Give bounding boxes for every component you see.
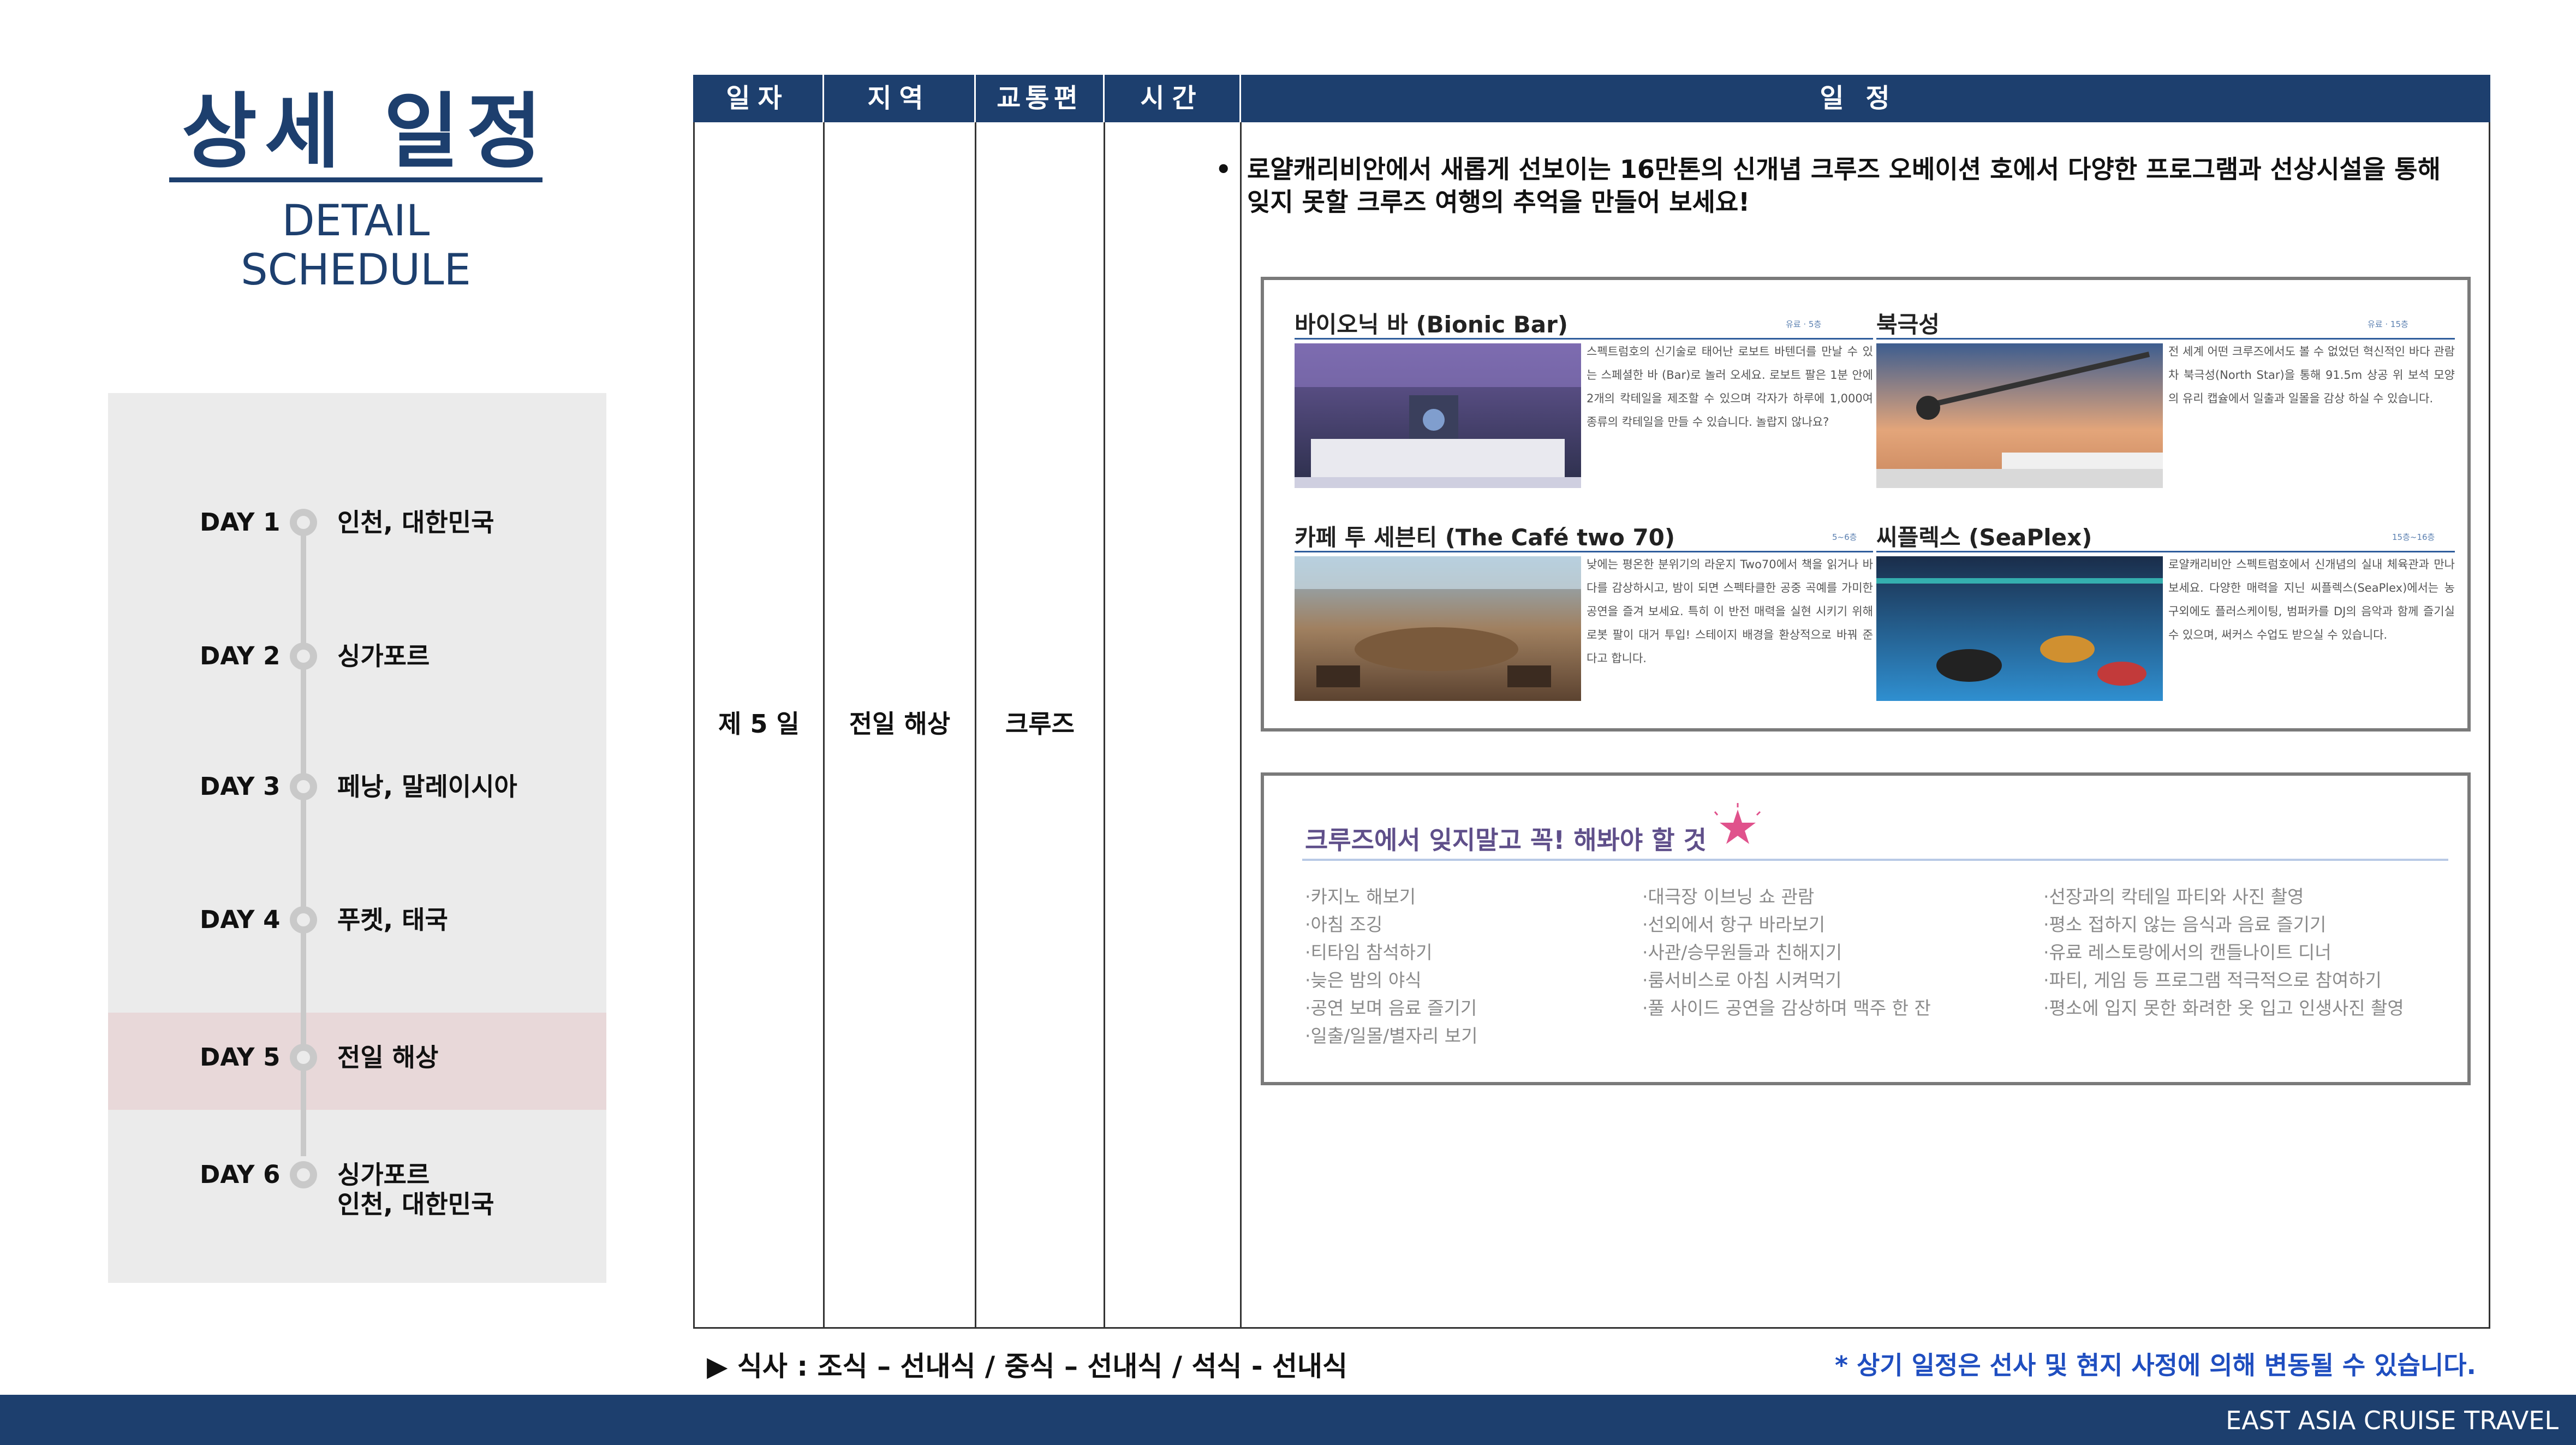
timeline-dot-icon (290, 643, 317, 670)
timeline-dot-icon (290, 1161, 317, 1188)
amenity-bionic-bar: 바이오닉 바 (Bionic Bar) 유료 · 5층 스펙트럼호의 신기술로 … (1295, 306, 1879, 488)
cell-region: 전일 해상 (849, 709, 951, 739)
header-transport: 교통편 (976, 75, 1105, 122)
list-item: ·카지노 해보기 (1305, 886, 1416, 907)
day-place: 푸켓, 태국 (337, 905, 448, 935)
timeline-dot-icon (290, 1044, 317, 1071)
list-item: ·선장과의 칵테일 파티와 사진 촬영 (2043, 886, 2304, 907)
header-region: 지역 (824, 75, 976, 122)
amenity-cafe-two70: 카페 투 세븐티 (The Café two 70) 5~6층 낮에는 평온한 … (1295, 519, 1879, 701)
cafe-two70-photo (1295, 556, 1581, 701)
must-do-column-2: ·대극장 이브닝 쇼 관람 ·선외에서 항구 바라보기 ·사관/승무원들과 친해… (1642, 883, 1931, 1022)
must-do-card: 크루즈에서 잊지말고 꼭! 해봐야 할 것 ·카지노 해보기 ·아침 조깅 ·티… (1261, 772, 2471, 1085)
list-item: ·평소 접하지 않는 음식과 음료 즐기기 (2043, 914, 2327, 935)
amenity-description: 전 세계 어떤 크루즈에서도 볼 수 없었던 혁신적인 바다 관람차 북극성(N… (2168, 345, 2455, 405)
day-label: DAY 2 (200, 641, 281, 670)
amenity-north-star: 북극성 유료 · 15층 전 세계 어떤 크루즈에서도 볼 수 없었던 혁신적인… (1876, 306, 2460, 488)
amenity-title: 씨플렉스 (SeaPlex) (1876, 524, 2092, 551)
amenity-divider (1295, 551, 1873, 552)
amenity-description: 스펙트럼호의 신기술로 태어난 로보트 바텐더를 만날 수 있는 스페셜한 바 … (1587, 345, 1873, 429)
list-item: ·유료 레스토랑에서의 캔들나이트 디너 (2043, 942, 2331, 963)
amenity-description: 낮에는 평온한 분위기의 라운지 Two70에서 책을 읽거나 바다를 감상하시… (1587, 558, 1873, 665)
day-item-6[interactable]: DAY 6 싱가포르 인천, 대한민국 (108, 1160, 606, 1226)
must-do-column-3: ·선장과의 칵테일 파티와 사진 촬영 ·평소 접하지 않는 음식과 음료 즐기… (2043, 883, 2404, 1022)
page-subtitle: DETAIL SCHEDULE (241, 197, 471, 295)
must-do-divider (1302, 859, 2448, 861)
amenity-divider (1876, 551, 2455, 552)
amenity-meta: 5~6층 (1832, 532, 1857, 542)
day-navigation-panel: DAY 1 인천, 대한민국 DAY 2 싱가포르 DAY 3 페낭, 말레이시… (108, 393, 606, 1283)
must-do-column-1: ·카지노 해보기 ·아침 조깅 ·티타임 참석하기 ·늦은 밤의 야식 ·공연 … (1305, 883, 1477, 1050)
amenity-seaplex: 씨플렉스 (SeaPlex) 15층~16층 로얄캐리비안 스펙트럼호에서 신개… (1876, 519, 2460, 701)
day-place: 전일 해상 (337, 1043, 439, 1072)
day-item-1[interactable]: DAY 1 인천, 대한민국 (108, 508, 606, 540)
must-do-title: 크루즈에서 잊지말고 꼭! 해봐야 할 것 (1305, 825, 1707, 855)
schedule-intro: • 로얄캐리비안에서 새롭게 선보이는 16만톤의 신개념 크루즈 오베이션 호… (1215, 153, 2470, 218)
list-item: ·티타임 참석하기 (1305, 942, 1433, 963)
bullet: • (1215, 154, 1232, 184)
day-label: DAY 4 (200, 905, 281, 934)
footer-bar: EAST ASIA CRUISE TRAVEL (0, 1395, 2576, 1445)
bionic-bar-photo (1295, 343, 1581, 488)
day-label: DAY 6 (200, 1160, 281, 1189)
amenity-meta: 유료 · 15층 (2368, 319, 2408, 329)
schedule-table-header: 일자 지역 교통편 시간 일정 (693, 75, 2490, 122)
sparkle-star-icon (1713, 803, 1762, 852)
list-item: ·대극장 이브닝 쇼 관람 (1642, 886, 1815, 907)
header-date: 일자 (693, 75, 824, 122)
meal-info: ▶ 식사 : 조식 – 선내식 / 중식 – 선내식 / 석식 - 선내식 (707, 1351, 1348, 1382)
list-item: ·풀 사이드 공연을 감상하며 맥주 한 잔 (1642, 997, 1931, 1019)
amenity-title: 바이오닉 바 (Bionic Bar) (1295, 311, 1568, 338)
day-label: DAY 5 (200, 1043, 281, 1072)
day-item-2[interactable]: DAY 2 싱가포르 (108, 641, 606, 674)
header-time: 시간 (1105, 75, 1241, 122)
amenity-title: 카페 투 세븐티 (The Café two 70) (1295, 524, 1675, 551)
amenity-card: 바이오닉 바 (Bionic Bar) 유료 · 5층 스펙트럼호의 신기술로 … (1261, 277, 2471, 732)
title-divider (169, 177, 542, 182)
day-place: 페낭, 말레이시아 (337, 772, 517, 801)
list-item: ·사관/승무원들과 친해지기 (1642, 942, 1842, 963)
list-item: ·룸서비스로 아침 시켜먹기 (1642, 970, 1842, 991)
list-item: ·평소에 입지 못한 화려한 옷 입고 인생사진 촬영 (2043, 997, 2404, 1019)
amenity-description: 로얄캐리비안 스펙트럼호에서 신개념의 실내 체육관과 만나보세요. 다양한 매… (2168, 558, 2455, 641)
amenity-divider (1876, 338, 2455, 340)
cell-day: 제 5 일 (718, 709, 800, 739)
north-star-photo (1876, 343, 2163, 488)
list-item: ·파티, 게임 등 프로그램 적극적으로 참여하기 (2043, 970, 2382, 991)
day-item-4[interactable]: DAY 4 푸켓, 태국 (108, 905, 606, 938)
schedule-notice: * 상기 일정은 선사 및 현지 사정에 의해 변동될 수 있습니다. (1834, 1351, 2476, 1380)
column-divider (1104, 122, 1105, 1329)
seaplex-photo (1876, 556, 2163, 701)
list-item: ·일출/일몰/별자리 보기 (1305, 1025, 1478, 1046)
cell-transport: 크루즈 (1005, 709, 1075, 739)
day-place-secondary: 인천, 대한민국 (337, 1190, 494, 1219)
day-label: DAY 3 (200, 772, 281, 801)
brand-name: EAST ASIA CRUISE TRAVEL (2226, 1406, 2559, 1435)
amenity-meta: 15층~16층 (2392, 532, 2435, 542)
day-label: DAY 1 (200, 508, 281, 537)
list-item: ·선외에서 항구 바라보기 (1642, 914, 1826, 935)
header-schedule: 일정 (1820, 83, 1912, 114)
amenity-meta: 유료 · 5층 (1786, 319, 1822, 329)
amenity-title: 북극성 (1876, 311, 1940, 338)
column-divider (1240, 122, 1242, 1329)
list-item: ·아침 조깅 (1305, 914, 1383, 935)
amenity-divider (1295, 338, 1873, 340)
timeline-dot-icon (290, 906, 317, 933)
page-title: 상세 일정 (181, 85, 550, 180)
timeline-dot-icon (290, 509, 317, 536)
list-item: ·공연 보며 음료 즐기기 (1305, 997, 1477, 1019)
intro-text: 로얄캐리비안에서 새롭게 선보이는 16만톤의 신개념 크루즈 오베이션 호에서… (1247, 154, 2441, 217)
day-place: 싱가포르 (337, 1160, 430, 1190)
list-item: ·늦은 밤의 야식 (1305, 970, 1422, 991)
day-item-3[interactable]: DAY 3 페낭, 말레이시아 (108, 772, 606, 805)
day-item-5[interactable]: DAY 5 전일 해상 (108, 1043, 606, 1075)
day-place: 싱가포르 (337, 641, 430, 671)
timeline-dot-icon (290, 773, 317, 800)
day-place: 인천, 대한민국 (337, 508, 494, 537)
